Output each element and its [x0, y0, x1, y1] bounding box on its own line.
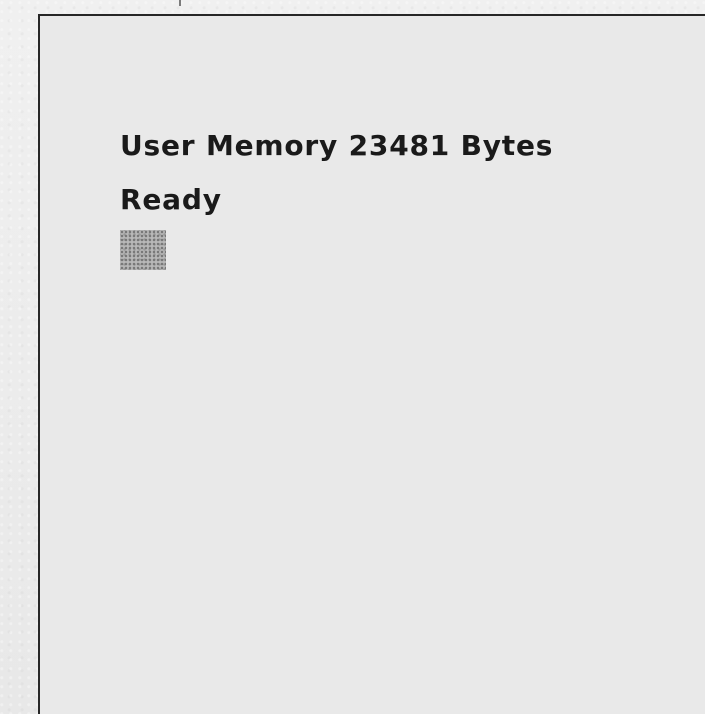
ready-status-line: Ready — [120, 183, 222, 216]
terminal-screen: User Memory 23481 Bytes Ready — [38, 14, 705, 714]
text-cursor[interactable] — [120, 230, 166, 270]
memory-status-line: User Memory 23481 Bytes — [120, 129, 554, 162]
terminal-output: User Memory 23481 Bytes Ready — [120, 119, 553, 270]
scan-tick-mark — [179, 0, 181, 6]
